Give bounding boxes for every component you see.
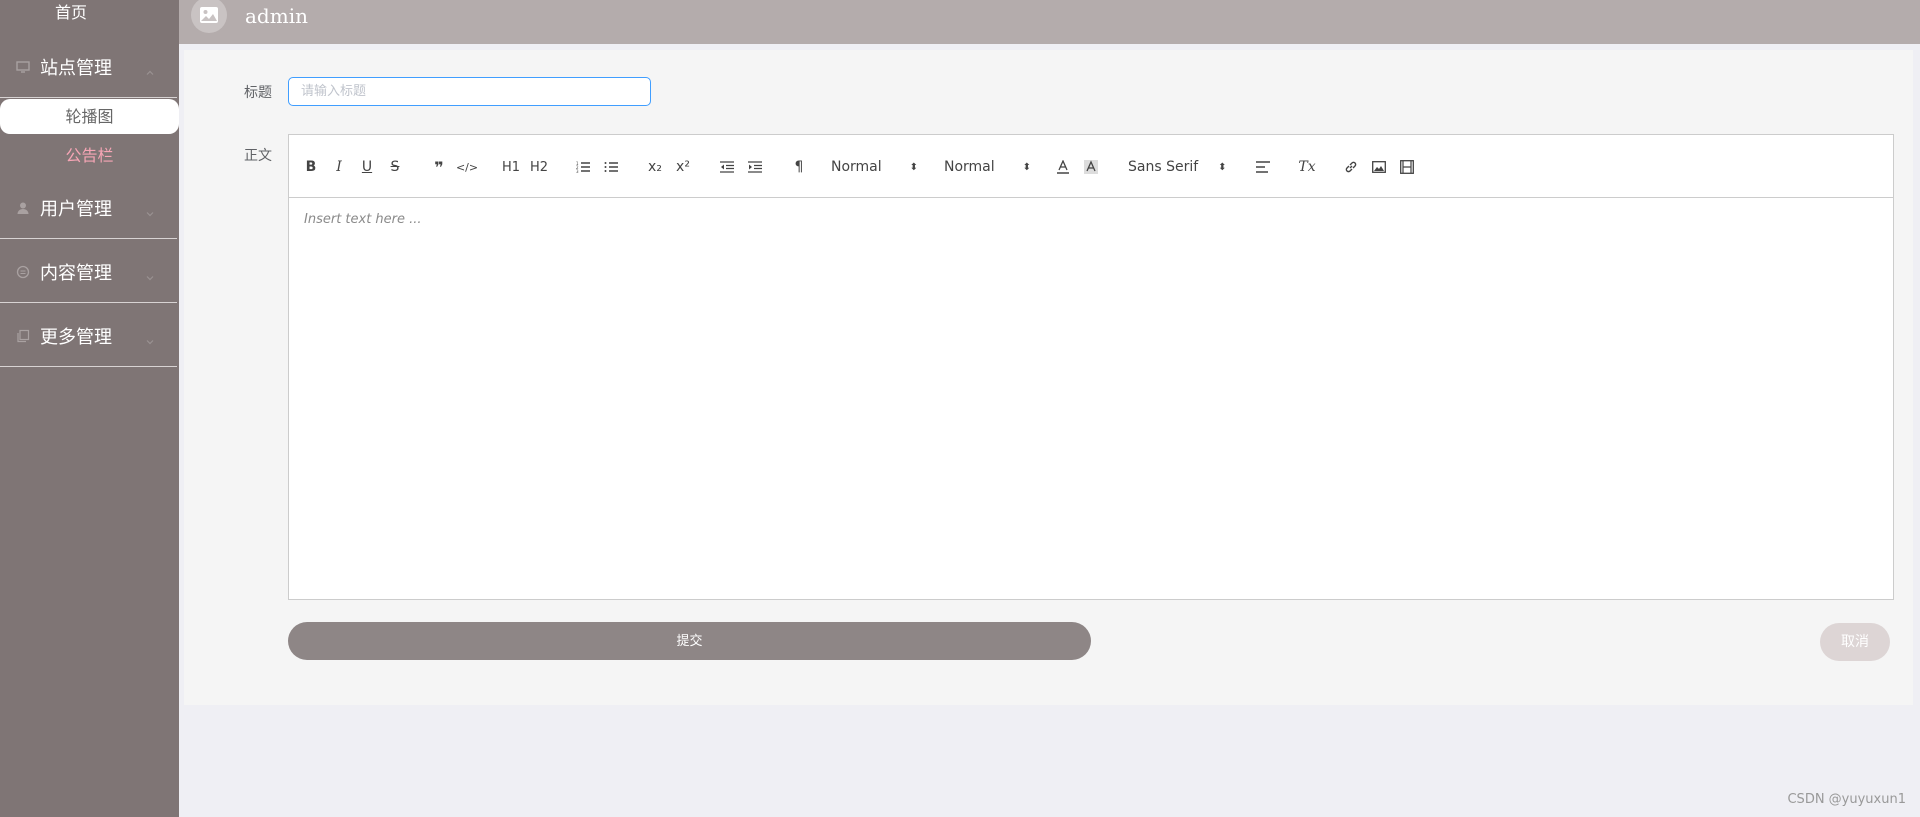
ordered-list-icon[interactable]: 123	[572, 157, 594, 177]
top-bar: admin	[179, 0, 1920, 44]
subscript-button[interactable]: x₂	[644, 157, 666, 177]
content-panel: 标题 正文 B I U S ❞ </> H1 H2 123 x₂ x²	[184, 50, 1913, 705]
sort-caret-icon: ⬍	[1022, 161, 1032, 173]
chevron-down-icon	[145, 331, 155, 344]
sidebar-subitem-notice-board[interactable]: 公告栏	[0, 138, 179, 173]
background-color-icon[interactable]	[1080, 157, 1102, 177]
title-label: 标题	[244, 85, 272, 101]
cancel-button[interactable]: 取消	[1820, 623, 1890, 661]
avatar[interactable]	[191, 0, 227, 33]
sidebar-item-more-management[interactable]: 更多管理	[0, 305, 177, 367]
chevron-up-icon	[145, 62, 155, 75]
underline-button[interactable]: U	[356, 157, 378, 177]
sidebar-subitem-carousel-label: 轮播图	[65, 107, 114, 126]
sidebar-item-more-management-label: 更多管理	[40, 326, 112, 348]
font-color-icon[interactable]	[1052, 157, 1074, 177]
message-icon	[16, 265, 30, 279]
rich-text-editor: B I U S ❞ </> H1 H2 123 x₂ x² ¶ Normal ⬍…	[288, 134, 1894, 600]
italic-button[interactable]: I	[328, 157, 350, 177]
size-select[interactable]: Normal ⬍	[944, 157, 1031, 177]
monitor-icon	[16, 60, 30, 74]
sort-caret-icon: ⬍	[909, 161, 919, 173]
sort-caret-icon: ⬍	[1218, 161, 1227, 173]
watermark: CSDN @yuyuxun1	[1787, 792, 1906, 807]
sidebar-item-content-management[interactable]: 内容管理	[0, 241, 177, 303]
user-icon	[16, 201, 30, 215]
video-icon[interactable]	[1396, 157, 1418, 177]
link-icon[interactable]	[1340, 157, 1362, 177]
sidebar-item-content-management-label: 内容管理	[40, 262, 112, 284]
sidebar-item-user-management-label: 用户管理	[40, 198, 112, 220]
sidebar-item-user-management[interactable]: 用户管理	[0, 177, 177, 239]
title-input[interactable]	[288, 77, 651, 106]
bold-button[interactable]: B	[300, 157, 322, 177]
font-select-value: Sans Serif	[1128, 159, 1199, 175]
editor-content[interactable]: Insert text here ...	[289, 198, 1893, 241]
image-icon[interactable]	[1368, 157, 1390, 177]
sidebar-item-site-management-label: 站点管理	[40, 57, 112, 79]
header2-button[interactable]: H2	[528, 157, 550, 177]
outdent-icon[interactable]	[716, 157, 738, 177]
copy-icon	[16, 329, 30, 343]
username[interactable]: admin	[245, 4, 308, 28]
sidebar-item-site-management[interactable]: 站点管理	[0, 36, 177, 98]
editor-toolbar: B I U S ❞ </> H1 H2 123 x₂ x² ¶ Normal ⬍…	[289, 135, 1893, 198]
svg-text:3: 3	[576, 169, 579, 173]
body-label: 正文	[244, 148, 272, 164]
sidebar-subitem-carousel[interactable]: 轮播图	[0, 99, 179, 134]
sidebar-item-home[interactable]: 首页	[0, 0, 142, 26]
chevron-down-icon	[145, 203, 155, 216]
bullet-list-icon[interactable]	[600, 157, 622, 177]
font-select[interactable]: Sans Serif ⬍	[1128, 157, 1227, 177]
header-select[interactable]: Normal ⬍	[831, 157, 918, 177]
sidebar-item-home-label: 首页	[54, 3, 87, 22]
header1-button[interactable]: H1	[500, 157, 522, 177]
size-select-value: Normal	[944, 159, 995, 175]
chevron-down-icon	[145, 267, 155, 280]
indent-icon[interactable]	[744, 157, 766, 177]
clear-format-button[interactable]: Tx	[1296, 157, 1318, 177]
superscript-button[interactable]: x²	[672, 157, 694, 177]
header-select-value: Normal	[831, 159, 882, 175]
image-icon	[200, 7, 218, 23]
sidebar: 首页 站点管理 轮播图 公告栏 用户管理 内容管理 更多管理	[0, 0, 179, 817]
editor-placeholder: Insert text here ...	[304, 212, 422, 227]
strike-button[interactable]: S	[384, 157, 406, 177]
blockquote-button[interactable]: ❞	[428, 157, 450, 177]
sidebar-subitem-notice-board-label: 公告栏	[65, 146, 114, 165]
align-icon[interactable]	[1252, 157, 1274, 177]
text-direction-button[interactable]: ¶	[788, 157, 810, 177]
submit-button[interactable]: 提交	[288, 622, 1091, 660]
code-block-button[interactable]: </>	[456, 157, 478, 177]
